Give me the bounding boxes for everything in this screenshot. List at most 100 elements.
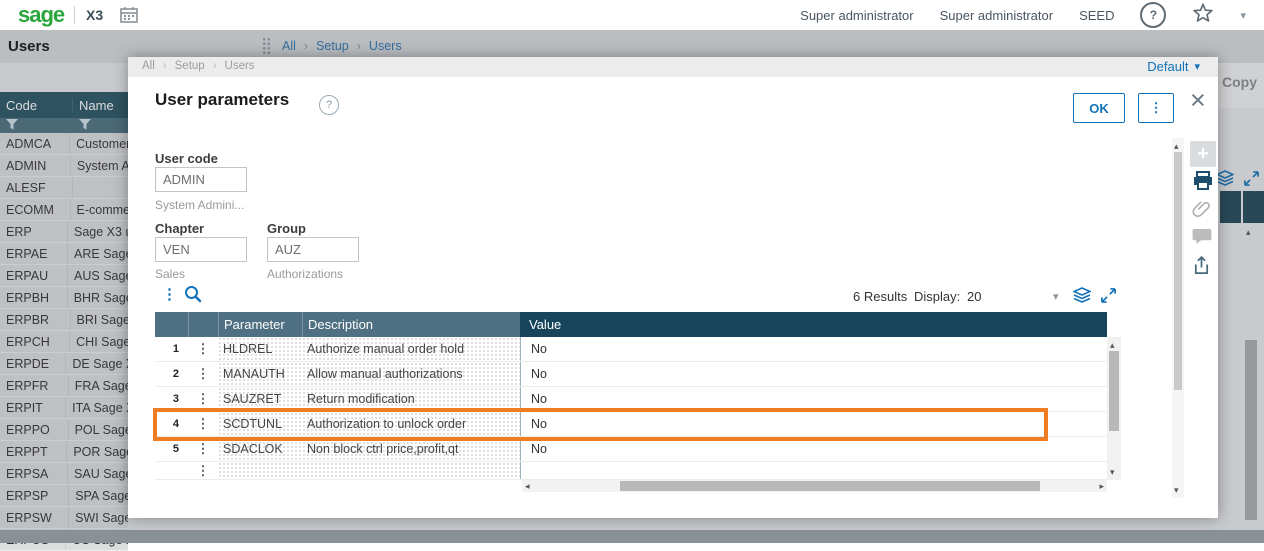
row-kebab-icon[interactable]	[188, 337, 218, 361]
table-row[interactable]	[155, 462, 1107, 480]
add-record-button[interactable]	[1190, 141, 1216, 167]
row-kebab-icon[interactable]	[188, 362, 218, 386]
value-cell[interactable]: No	[520, 412, 1107, 436]
comment-icon[interactable]	[1192, 228, 1212, 250]
results-count: 6 Results	[853, 289, 907, 304]
chapter-helper: Sales	[155, 267, 185, 281]
group-field[interactable]: AUZ	[267, 237, 359, 262]
modal-breadcrumb-bar	[128, 57, 1218, 77]
breadcrumb-item[interactable]: Users	[205, 60, 255, 72]
scroll-down-arrow[interactable]	[1174, 484, 1179, 496]
table-row[interactable]: 5 SDACLOK Non block ctrl price,profit,qt…	[155, 437, 1107, 462]
search-icon[interactable]	[184, 285, 202, 308]
user-parameters-dialog: All Setup Users Default User parameters …	[128, 57, 1218, 518]
scroll-up-arrow[interactable]	[1110, 339, 1115, 351]
chevron-down-icon[interactable]	[1053, 290, 1059, 303]
user-role[interactable]: Super administrator	[800, 8, 913, 23]
parameters-table-header: Parameter Description Value	[155, 312, 1107, 337]
title-help-icon[interactable]: ?	[319, 95, 339, 115]
description-cell[interactable]: Return modification	[302, 387, 520, 411]
attachment-icon[interactable]	[1192, 199, 1212, 224]
expand-icon[interactable]	[1101, 288, 1116, 308]
close-icon[interactable]	[1190, 87, 1206, 114]
endpoint-badge[interactable]: SEED	[1079, 8, 1114, 23]
column-header-description[interactable]: Description	[302, 312, 520, 337]
column-header-value[interactable]: Value	[520, 312, 1107, 337]
table-vertical-scrollbar[interactable]	[1107, 337, 1121, 480]
scrollbar-thumb[interactable]	[620, 481, 1040, 491]
chevron-down-icon[interactable]	[1240, 9, 1246, 22]
more-actions-button[interactable]	[1138, 93, 1174, 123]
value-cell[interactable]: No	[520, 337, 1107, 361]
divider	[74, 6, 75, 24]
user-code-field[interactable]: ADMIN	[155, 167, 247, 192]
column-header-parameter[interactable]: Parameter	[218, 312, 302, 337]
row-kebab-icon[interactable]	[188, 412, 218, 436]
scroll-up-arrow[interactable]	[1174, 140, 1179, 152]
value-cell[interactable]	[520, 462, 1107, 479]
chevron-down-icon	[1194, 60, 1200, 73]
description-cell[interactable]	[302, 462, 520, 479]
chapter-label: Chapter	[155, 221, 204, 236]
scroll-down-arrow[interactable]	[1110, 466, 1115, 478]
row-kebab-icon[interactable]	[188, 437, 218, 461]
value-cell[interactable]: No	[520, 362, 1107, 386]
scrollbar-thumb[interactable]	[1109, 351, 1119, 431]
ok-button[interactable]: OK	[1073, 93, 1125, 123]
view-selector-label: Default	[1147, 59, 1188, 74]
display-page-size[interactable]: 20	[967, 289, 981, 304]
dialog-scrollbar[interactable]	[1172, 138, 1184, 498]
description-cell[interactable]: Authorization to unlock order	[302, 412, 520, 436]
row-number: 2	[155, 362, 188, 386]
share-icon[interactable]	[1192, 256, 1211, 280]
top-bar: sage X3 Super administrator Super admini…	[0, 0, 1264, 30]
breadcrumb-item[interactable]: Setup	[155, 60, 205, 72]
favorites-star-icon[interactable]	[1192, 2, 1214, 29]
kebab-icon	[1149, 100, 1162, 116]
parameter-cell[interactable]: SAUZRET	[218, 387, 302, 411]
scroll-right-arrow[interactable]	[1099, 480, 1104, 492]
row-number: 5	[155, 437, 188, 461]
parameter-cell[interactable]: SCDTUNL	[218, 412, 302, 436]
table-horizontal-scrollbar[interactable]	[522, 480, 1107, 492]
row-kebab-icon[interactable]	[188, 462, 218, 479]
row-number	[155, 462, 188, 479]
parameter-cell[interactable]: HLDREL	[218, 337, 302, 361]
table-row[interactable]: 1 HLDREL Authorize manual order hold No	[155, 337, 1107, 362]
sage-logo[interactable]: sage	[18, 2, 64, 28]
calendar-icon[interactable]	[120, 6, 138, 29]
print-icon[interactable]	[1192, 171, 1214, 196]
scrollbar-thumb[interactable]	[1174, 152, 1182, 390]
help-icon[interactable]: ?	[1140, 2, 1166, 28]
parameter-cell[interactable]: MANAUTH	[218, 362, 302, 386]
view-selector[interactable]: Default	[1147, 59, 1200, 74]
grid-actions-icon[interactable]	[162, 285, 177, 303]
user-code-helper: System Admini...	[155, 198, 244, 212]
parameter-cell[interactable]	[218, 462, 302, 479]
layers-icon[interactable]	[1073, 287, 1091, 308]
row-number-header	[155, 312, 188, 337]
product-name: X3	[86, 7, 103, 23]
table-row-highlighted[interactable]: 4 SCDTUNL Authorization to unlock order …	[155, 412, 1107, 437]
user-code-label: User code	[155, 151, 218, 166]
row-number: 3	[155, 387, 188, 411]
description-cell[interactable]: Allow manual authorizations	[302, 362, 520, 386]
user-name[interactable]: Super administrator	[940, 8, 1053, 23]
description-cell[interactable]: Non block ctrl price,profit,qt	[302, 437, 520, 461]
row-number: 1	[155, 337, 188, 361]
description-cell[interactable]: Authorize manual order hold	[302, 337, 520, 361]
row-actions-header	[188, 312, 218, 337]
table-row[interactable]: 2 MANAUTH Allow manual authorizations No	[155, 362, 1107, 387]
value-cell[interactable]: No	[520, 437, 1107, 461]
row-kebab-icon[interactable]	[188, 387, 218, 411]
parameter-cell[interactable]: SDACLOK	[218, 437, 302, 461]
scroll-left-arrow[interactable]	[525, 480, 530, 492]
value-cell[interactable]: No	[520, 387, 1107, 411]
parameters-table: Parameter Description Value 1 HLDREL Aut…	[155, 312, 1121, 492]
dialog-title: User parameters	[155, 90, 289, 110]
row-number: 4	[155, 412, 188, 436]
group-label: Group	[267, 221, 306, 236]
table-row[interactable]: 3 SAUZRET Return modification No	[155, 387, 1107, 412]
chapter-field[interactable]: VEN	[155, 237, 247, 262]
breadcrumb-item[interactable]: All	[142, 60, 155, 72]
